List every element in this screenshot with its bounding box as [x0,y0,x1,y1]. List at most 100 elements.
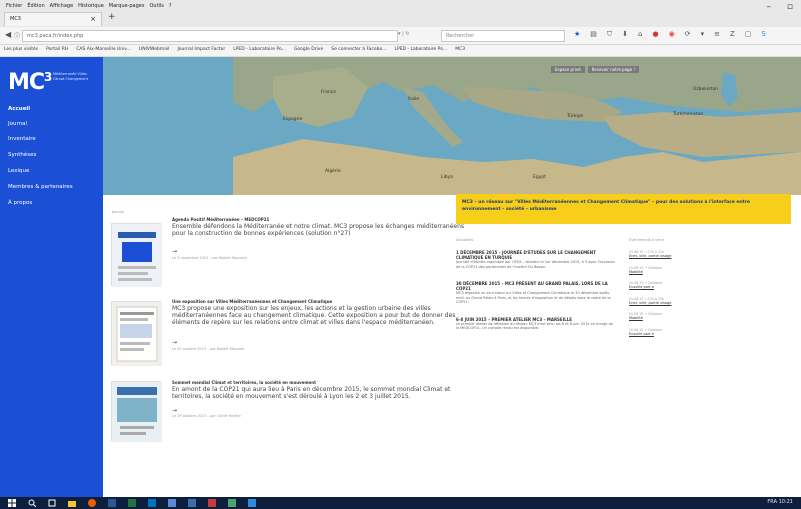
bookmark-item[interactable]: Les plus visités [4,47,38,54]
agenda-link[interactable]: Mobilité [629,316,699,321]
map-label-france: France [321,90,336,95]
article-title[interactable]: Sommet mondial Climat et territoires, la… [172,380,316,385]
reader-icon[interactable]: ▤ [590,30,597,39]
search-icon[interactable] [28,499,36,507]
new-tab-button[interactable]: + [108,12,116,22]
menu-help[interactable]: ? [169,3,172,9]
pocket-icon[interactable]: ▾ [701,30,705,39]
agenda-link[interactable]: Ecoville part e [629,285,699,290]
article-summary: MC3 propose une exposition sur les enjeu… [172,305,456,326]
home-icon[interactable]: ⌂ [638,30,642,39]
menu-tools[interactable]: Outils [149,3,163,9]
system-tray[interactable]: FRA 10:21 [767,499,793,505]
news-section-label: Actualités [456,238,474,242]
agenda-link[interactable]: Mobilité [629,270,699,275]
private-space-button[interactable]: Espace privé [551,66,585,73]
article-meta: Le 3 novembre 2015 – par Robert Mazurek [172,256,247,260]
map-label-egypt: Egypt [533,175,546,180]
bookmark-item[interactable]: Journal Impact Factor [177,47,225,54]
browser-menubar: Fichier Édition Affichage Historique Mar… [0,0,801,27]
zotero-icon[interactable]: Z [730,30,735,39]
news-item: 6-8 JUIN 2015 – PREMIER ATELIER MC3 – MA… [456,317,616,331]
agenda-link[interactable]: Enet, ville, partie visage [629,254,699,259]
article-more-link[interactable]: → [172,407,472,414]
minimize-icon[interactable]: – [766,2,771,12]
agenda-column: Événements à venir 01.06.15 → 17h à 22h … [629,238,699,343]
nav-accueil[interactable]: Accueil [8,106,30,112]
news-title[interactable]: 30 DÉCEMBRE 2015 – MC3 PRÉSENT AU GRAND … [456,281,616,291]
site-sidebar: MC3 Méditerranée Villes Climat Changemen… [0,57,103,497]
news-text: Le premier atelier de réflexion du résea… [456,321,613,331]
bookmark-item[interactable]: LPED - Laboratoire Po... [233,47,286,54]
menu-file[interactable]: Fichier [6,3,22,9]
maximize-icon[interactable]: ▫ [787,2,793,12]
news-item: 1 DÉCEMBRE 2015 – JOURNÉE D'ÉTUDES SUR L… [456,250,616,269]
folder-icon[interactable] [68,499,76,507]
bookmark-item[interactable]: MC3 [455,47,465,54]
article-more-link[interactable]: → [172,248,472,255]
bookmark-item[interactable]: Google Drive [294,47,323,54]
search-input[interactable]: Rechercher [441,30,565,42]
map-label-turkey: Türkiye [567,114,584,119]
skype-icon[interactable]: S [761,30,765,39]
article-summary: Ensemble défendons la Méditerranée et no… [172,223,465,237]
word-icon[interactable] [108,499,116,507]
article-title[interactable]: Une exposition sur Villes Méditerranéenn… [172,299,332,304]
menu-edit[interactable]: Édition [27,3,44,9]
browser-tab[interactable]: MC3 × [4,12,102,26]
agenda-section-label: Événements à venir [629,238,665,242]
windows-start-icon[interactable] [8,499,16,507]
news-text: Journée d'études organisée par l'IFEA – … [456,260,615,269]
nav-journal[interactable]: Journal [8,121,27,127]
subscribe-button[interactable]: Recevoir notre page ! [587,66,639,73]
app-icon[interactable] [168,499,176,507]
nav-lexique[interactable]: Lexique [8,168,29,174]
menu-history[interactable]: Historique [78,3,104,9]
article-image [112,224,162,287]
bookmark-item[interactable]: Portail RH [46,47,68,54]
app-icon[interactable] [188,499,196,507]
url-input[interactable]: mc3.paca.fr/index.php [22,30,398,42]
nav-inventaire[interactable]: Inventaire [8,136,36,142]
nav-membres[interactable]: Membres & partenaires [8,184,73,190]
close-tab-icon[interactable]: × [90,15,96,23]
app-icon[interactable] [208,499,216,507]
bookmark-item[interactable]: CAS Aix-Marseille Univ... [76,47,131,54]
map-label-libya: Libya [441,175,454,180]
sync-icon[interactable]: ⟳ [685,30,691,39]
app-icon[interactable] [248,499,256,507]
agenda-item: 01.06.15 → 17h à 22h Enet, ville, partie… [629,297,699,306]
article-more-link[interactable]: → [172,339,472,346]
news-title[interactable]: 1 DÉCEMBRE 2015 – JOURNÉE D'ÉTUDES SUR L… [456,250,616,260]
site-logo[interactable]: MC3 [8,70,52,95]
firefox-icon[interactable] [88,499,96,507]
info-icon[interactable]: ⓘ [14,31,20,40]
app-icon[interactable] [228,499,236,507]
extension-icon[interactable]: ◉ [669,30,675,39]
bookmark-item[interactable]: LPED - Laboratoire Po... [394,47,447,54]
reload-icon[interactable]: ▾ | ↻ [398,31,410,37]
bookmark-item[interactable]: UNIVWebmail [139,47,170,54]
excel-icon[interactable] [128,499,136,507]
list-icon[interactable]: ≡ [714,30,720,39]
back-icon[interactable]: ◀ [5,30,11,39]
menu-bookmarks[interactable]: Marque-pages [109,3,145,9]
outlook-icon[interactable] [148,499,156,507]
menu-view[interactable]: Affichage [50,3,74,9]
screenshot-icon[interactable]: ▢ [745,30,752,39]
map-buttons: Espace privé Recevoir notre page ! [551,66,639,73]
agenda-link[interactable]: Ecoville part e [629,332,699,337]
article-thumbnail[interactable] [111,301,162,366]
article-thumbnail[interactable] [111,381,162,442]
article-thumbnail[interactable] [111,223,162,287]
bookmark-item[interactable]: Se connecter à Facebo... [331,47,386,54]
download-icon[interactable]: ⬇ [622,30,628,39]
task-view-icon[interactable] [48,499,56,507]
nav-syntheses[interactable]: Synthèses [8,152,36,158]
addon-icon[interactable]: ● [652,30,658,39]
nav-apropos[interactable]: À propos [8,200,32,206]
agenda-link[interactable]: Enet, ville, partie visage [629,301,699,306]
shield-icon[interactable]: ⛉ [607,30,612,39]
article-title[interactable]: Agenda Positif Méditerranéen – MEDCOP21 [172,217,269,222]
star-icon[interactable]: ★ [574,30,580,39]
